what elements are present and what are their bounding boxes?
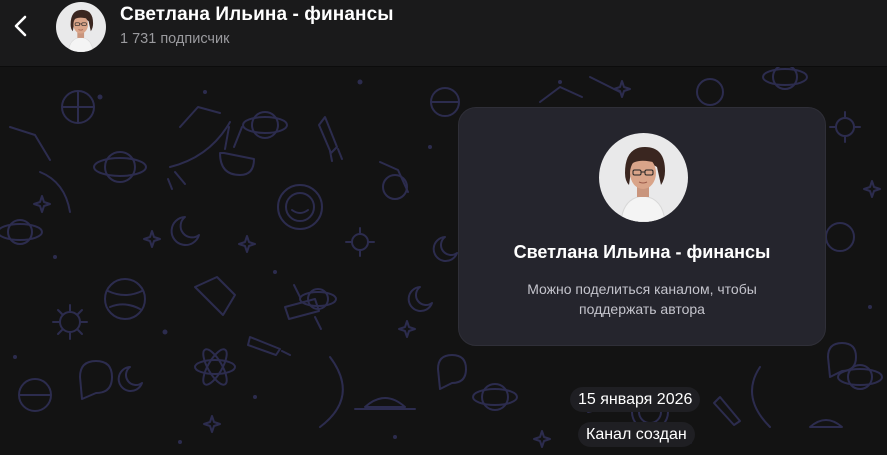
channel-info-card: Светлана Ильина - финансы Можно поделить… — [458, 107, 826, 346]
chevron-left-icon — [14, 15, 27, 37]
avatar-photo — [56, 2, 106, 52]
subscriber-count: 1 731 подписчик — [120, 31, 230, 47]
card-channel-title: Светлана Ильина - финансы — [513, 242, 771, 262]
card-avatar[interactable] — [599, 133, 688, 222]
channel-title[interactable]: Светлана Ильина - финансы — [120, 4, 394, 26]
chat-header: Светлана Ильина - финансы 1 731 подписчи… — [0, 0, 887, 67]
card-description: Можно поделиться каналом, чтобы поддержа… — [527, 281, 757, 317]
telegram-channel-window: Светлана Ильина - финансы Можно поделить… — [0, 0, 887, 455]
channel-created-message: Канал создан — [578, 422, 695, 447]
date-separator: 15 января 2026 — [570, 387, 701, 412]
avatar-photo — [599, 133, 688, 222]
header-avatar[interactable] — [56, 2, 106, 52]
back-button[interactable] — [6, 10, 36, 42]
